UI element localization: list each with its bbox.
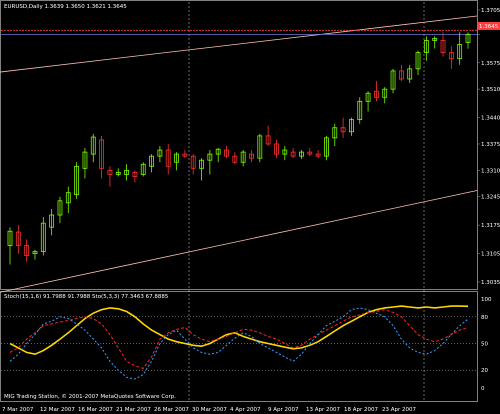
chart-window[interactable]: 1.3705 1.3575 1.3510 1.3440 1.3375 1.3310 1.32… [0, 0, 500, 414]
copyright-text: MIG Trading Station, © 2001-2007 MetaQuo… [4, 393, 176, 400]
price-tick-label: 1.3440 [481, 116, 500, 122]
date-label: 13 Apr 2007 [306, 407, 341, 413]
stoch-tick-label: 0 [481, 386, 485, 392]
chart-background [0, 0, 500, 414]
price-tick-label: 1.3575 [481, 61, 500, 67]
price-badge: 1.3645 [479, 24, 499, 30]
date-axis: 7 Mar 2007 12 Mar 2007 16 Mar 2007 21 Mar 2… [2, 407, 417, 413]
stoch-tick-label: 80 [481, 315, 488, 321]
date-label: 16 Mar 2007 [78, 407, 113, 413]
date-label: 4 Apr 2007 [230, 407, 261, 413]
date-label: 26 Mar 2007 [154, 407, 189, 413]
price-tick-label: 1.3375 [481, 142, 500, 148]
date-label: 7 Mar 2007 [2, 407, 34, 413]
price-tick-label: 1.3310 [481, 168, 500, 174]
price-tick-label: 1.3035 [481, 280, 500, 286]
price-tick-label: 1.3175 [481, 223, 500, 229]
price-tick-label: 1.3245 [481, 195, 500, 201]
date-label: 12 Mar 2007 [40, 407, 75, 413]
price-tick-label: 1.3105 [481, 252, 500, 258]
date-label: 30 Mar 2007 [192, 407, 227, 413]
date-label: 9 Apr 2007 [268, 407, 299, 413]
stoch-tick-label: 20 [481, 368, 488, 374]
date-label: 23 Apr 2007 [382, 407, 417, 413]
date-label: 21 Mar 2007 [116, 407, 151, 413]
stoch-header: Stoch(15,1,6) 91.7988 91.7988 Sto(5,3,3)… [4, 294, 169, 300]
stoch-tick-label: 100 [481, 297, 492, 303]
price-tick-label: 1.3510 [481, 87, 500, 93]
main-header: EURUSD,Daily 1.3639 1.3650 1.3621 1.3645 [4, 4, 127, 10]
stoch-tick-label: 50 [481, 342, 488, 348]
price-tick-label: 1.3705 [481, 8, 500, 14]
date-label: 18 Apr 2007 [344, 407, 379, 413]
